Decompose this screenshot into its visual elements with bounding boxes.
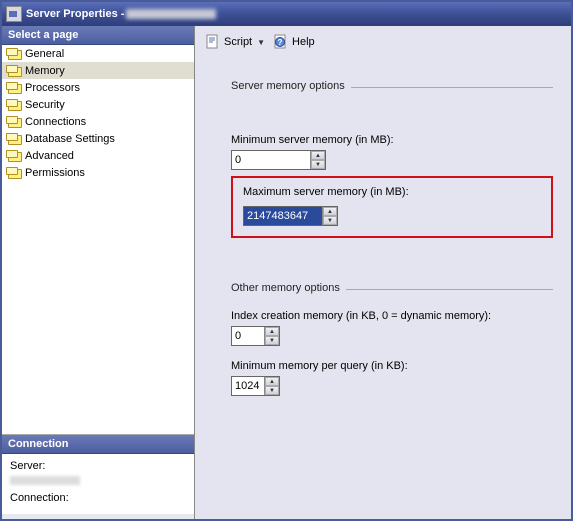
sidebar-item-security[interactable]: Security	[2, 96, 194, 113]
page-icon	[6, 99, 22, 111]
select-page-header: Select a page	[2, 26, 194, 45]
page-icon	[6, 133, 22, 145]
sidebar-item-label: Permissions	[25, 167, 85, 179]
index-memory-input[interactable]	[232, 327, 264, 345]
index-memory-spinner[interactable]: ▲ ▼	[231, 326, 280, 346]
page-icon	[6, 116, 22, 128]
left-pane: Select a page General Memory Processors Sec…	[2, 26, 195, 519]
max-memory-highlight: Maximum server memory (in MB): ▲ ▼	[231, 176, 553, 238]
page-icon	[6, 48, 22, 60]
toolbar: Script ▼ ? Help	[203, 32, 561, 56]
connection-header: Connection	[2, 435, 194, 454]
divider	[351, 87, 553, 88]
script-button[interactable]: Script ▼	[203, 34, 267, 50]
help-icon: ?	[273, 34, 289, 50]
min-query-input[interactable]	[232, 377, 264, 395]
spinner-up-button[interactable]: ▲	[311, 151, 325, 160]
page-icon	[6, 65, 22, 77]
sidebar-item-label: Security	[25, 99, 65, 111]
content: Select a page General Memory Processors Sec…	[2, 26, 571, 519]
index-memory-label: Index creation memory (in KB, 0 = dynami…	[231, 310, 553, 322]
page-list: General Memory Processors Security Connectio…	[2, 45, 194, 435]
min-memory-label: Minimum server memory (in MB):	[231, 134, 553, 146]
max-memory-label: Maximum server memory (in MB):	[243, 186, 541, 198]
sidebar-item-permissions[interactable]: Permissions	[2, 164, 194, 181]
window-title: Server Properties -	[26, 8, 124, 20]
chevron-down-icon: ▼	[257, 38, 265, 47]
spinner-down-button[interactable]: ▼	[311, 160, 325, 169]
sidebar-item-connections[interactable]: Connections	[2, 113, 194, 130]
connection-panel: Server: Connection:	[2, 454, 194, 514]
spinner-down-button[interactable]: ▼	[323, 216, 337, 225]
script-icon	[205, 34, 221, 50]
server-properties-window: Server Properties - Select a page Genera…	[0, 0, 573, 521]
titlebar[interactable]: Server Properties -	[2, 2, 571, 26]
sidebar-item-label: General	[25, 48, 64, 60]
sidebar-item-label: Database Settings	[25, 133, 115, 145]
connection-label: Connection:	[10, 492, 186, 504]
page-icon	[6, 150, 22, 162]
min-memory-input[interactable]	[232, 151, 310, 169]
min-query-spinner[interactable]: ▲ ▼	[231, 376, 280, 396]
sidebar-item-label: Memory	[25, 65, 65, 77]
sidebar-item-memory[interactable]: Memory	[2, 62, 194, 79]
max-memory-input[interactable]	[244, 207, 322, 225]
other-memory-group: Other memory options Index creation memo…	[231, 282, 553, 396]
server-value-redacted	[10, 476, 80, 485]
app-icon	[6, 6, 22, 22]
server-label: Server:	[10, 460, 186, 472]
sidebar-item-processors[interactable]: Processors	[2, 79, 194, 96]
script-label: Script	[224, 36, 252, 48]
min-memory-spinner[interactable]: ▲ ▼	[231, 150, 326, 170]
sidebar-item-general[interactable]: General	[2, 45, 194, 62]
page-icon	[6, 82, 22, 94]
help-label: Help	[292, 36, 315, 48]
sidebar-item-database-settings[interactable]: Database Settings	[2, 130, 194, 147]
right-pane: Script ▼ ? Help Server memory options	[195, 26, 571, 519]
min-query-label: Minimum memory per query (in KB):	[231, 360, 553, 372]
sidebar-item-label: Connections	[25, 116, 86, 128]
sidebar-item-label: Processors	[25, 82, 80, 94]
max-memory-spinner[interactable]: ▲ ▼	[243, 206, 338, 226]
divider	[346, 289, 553, 290]
spinner-down-button[interactable]: ▼	[265, 386, 279, 395]
memory-page: Server memory options Minimum server mem…	[203, 80, 561, 396]
server-memory-group: Server memory options Minimum server mem…	[231, 80, 553, 238]
sidebar-item-label: Advanced	[25, 150, 74, 162]
server-name-redacted	[126, 9, 216, 19]
spinner-up-button[interactable]: ▲	[265, 327, 279, 336]
spinner-up-button[interactable]: ▲	[323, 207, 337, 216]
server-memory-group-label: Server memory options	[231, 80, 345, 94]
spinner-up-button[interactable]: ▲	[265, 377, 279, 386]
help-button[interactable]: ? Help	[271, 34, 317, 50]
other-memory-group-label: Other memory options	[231, 282, 340, 296]
sidebar-item-advanced[interactable]: Advanced	[2, 147, 194, 164]
page-icon	[6, 167, 22, 179]
svg-text:?: ?	[278, 38, 283, 47]
spinner-down-button[interactable]: ▼	[265, 336, 279, 345]
